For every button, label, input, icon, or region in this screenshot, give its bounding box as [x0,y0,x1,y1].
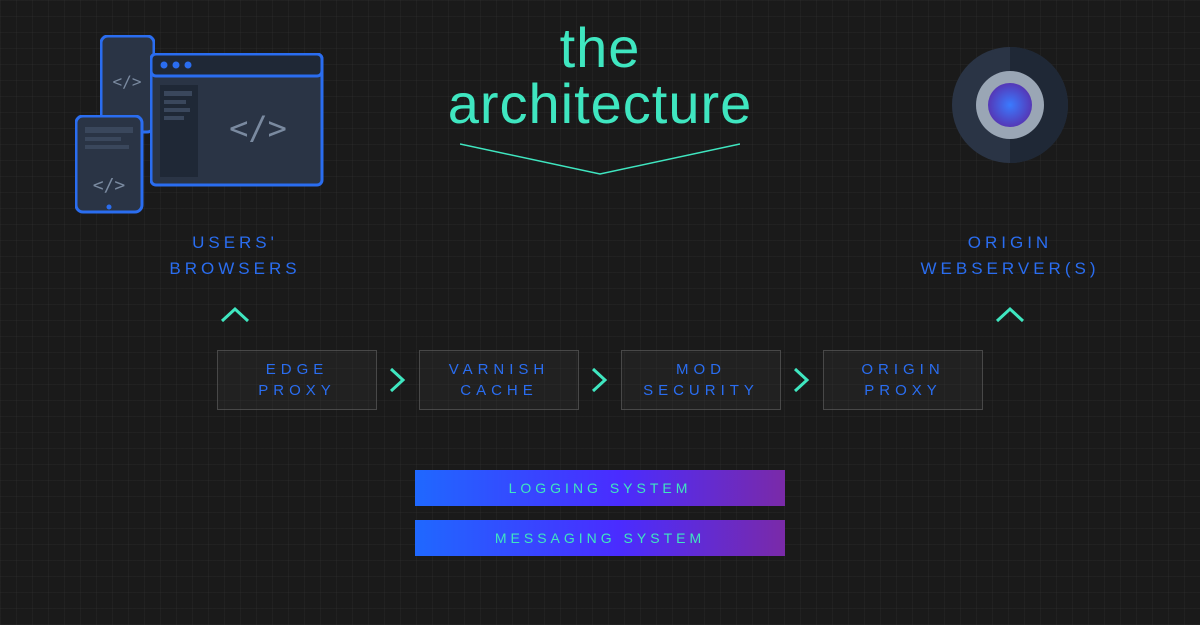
flow-box-origin-proxy: ORIGIN PROXY [823,350,983,410]
logging-system-bar: LOGGING SYSTEM [415,470,785,506]
flow-box-edge-proxy: EDGE PROXY [217,350,377,410]
flow-line: PROXY [258,382,336,399]
title-line-2: architecture [448,76,753,132]
flow-box-varnish-cache: VARNISH CACHE [419,350,579,410]
flow-line: EDGE [266,361,329,378]
diagram-title: the architecture [448,20,753,132]
flow-line: VARNISH [449,361,550,378]
bar-label: LOGGING SYSTEM [509,480,692,496]
svg-text:</>: </> [93,175,126,196]
svg-text:</>: </> [113,72,142,91]
origin-webservers-label: ORIGIN WEBSERVER(S) [920,230,1100,281]
svg-text:</>: </> [229,109,287,147]
chevron-right-icon [791,365,813,395]
chevron-up-icon [220,305,250,325]
flow-line: MOD [676,361,726,378]
chevron-right-icon [387,365,409,395]
flow-line: ORIGIN [861,361,944,378]
flow-line: SECURITY [643,382,759,399]
label-line: WEBSERVER(S) [921,259,1100,278]
users-browsers-label: USERS' BROWSERS [155,230,315,281]
title-chevron-down-icon [460,140,740,180]
users-devices-illustration: </> </> </> [95,35,325,215]
tablet-icon: </> [75,115,145,215]
browser-window-icon: </> [150,53,325,188]
flow-line: PROXY [864,382,942,399]
flow-box-mod-security: MOD SECURITY [621,350,781,410]
label-line: ORIGIN [968,233,1052,252]
origin-server-icon [950,45,1070,165]
title-line-1: the [448,20,753,76]
chevron-up-icon [995,305,1025,325]
label-line: USERS' [192,233,278,252]
label-line: BROWSERS [169,259,300,278]
messaging-system-bar: MESSAGING SYSTEM [415,520,785,556]
flow-line: CACHE [460,382,538,399]
architecture-flow: EDGE PROXY VARNISH CACHE MOD SECURITY OR… [0,350,1200,410]
bar-label: MESSAGING SYSTEM [495,530,705,546]
chevron-right-icon [589,365,611,395]
